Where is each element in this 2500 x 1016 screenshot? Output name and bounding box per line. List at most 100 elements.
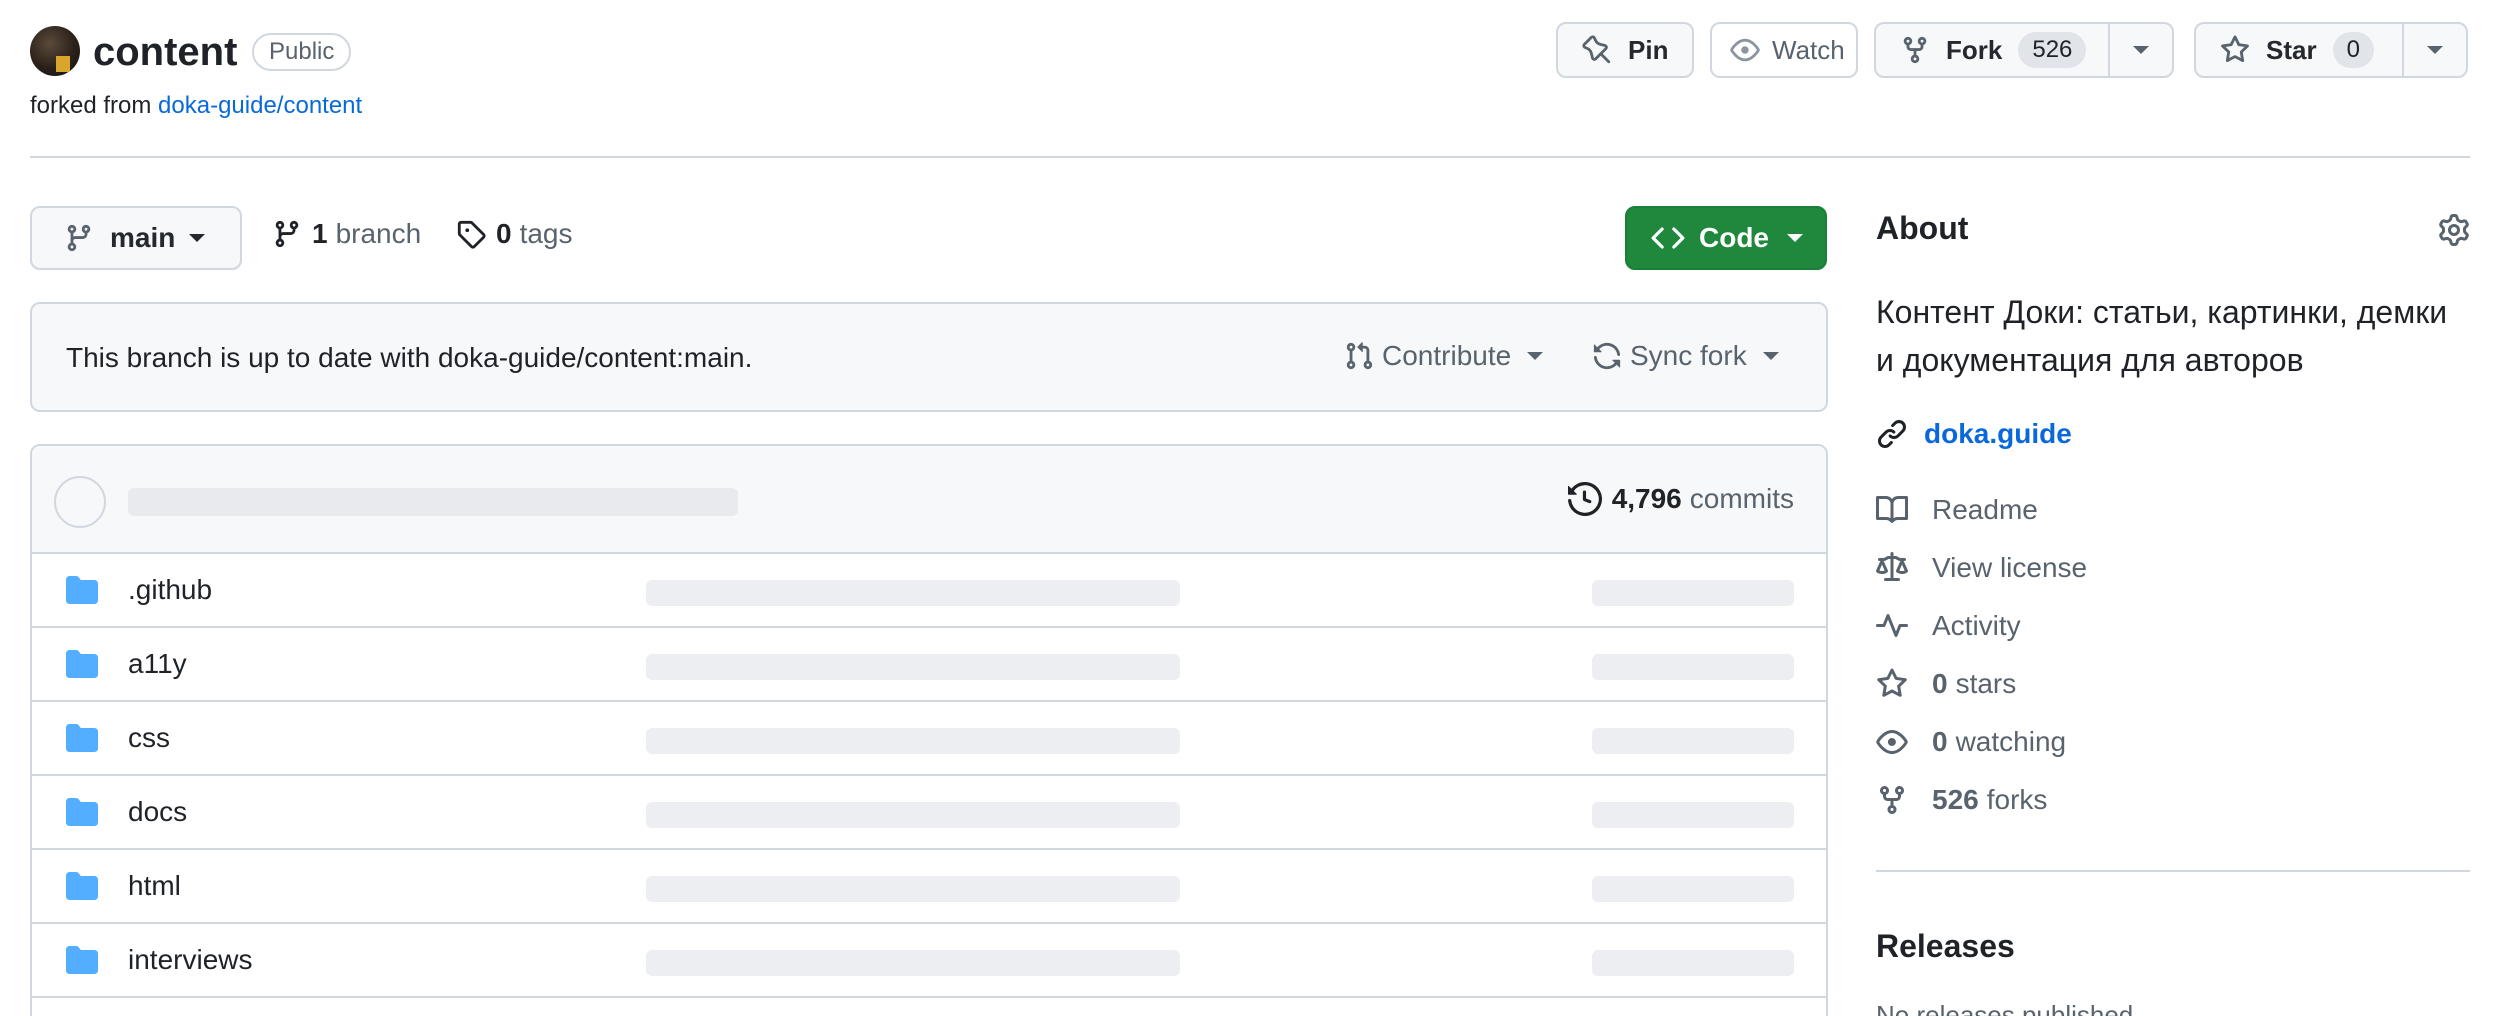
link-icon bbox=[1877, 419, 1907, 449]
visibility-badge: Public bbox=[252, 33, 352, 71]
file-row[interactable]: docs bbox=[32, 776, 1826, 850]
folder-icon bbox=[64, 944, 100, 976]
sync-icon bbox=[1593, 342, 1621, 370]
file-name-link[interactable]: css bbox=[128, 722, 170, 754]
releases-empty-text: No releases published bbox=[1876, 1000, 2134, 1016]
repo-name[interactable]: content bbox=[93, 26, 237, 78]
tags-link[interactable]: 0 tags bbox=[456, 218, 573, 250]
star-icon bbox=[2221, 35, 2249, 63]
watch-label: Watch bbox=[1772, 34, 1845, 65]
commits-link[interactable]: 4,796 commits bbox=[1567, 482, 1794, 516]
chevron-down-icon bbox=[2427, 46, 2443, 54]
star-counter: 0 bbox=[2332, 32, 2374, 68]
watch-button[interactable]: Watch bbox=[1710, 22, 1858, 78]
commit-date-placeholder bbox=[1592, 802, 1794, 828]
sync-fork-button[interactable]: Sync fork bbox=[1592, 340, 1779, 372]
releases-heading[interactable]: Releases bbox=[1876, 928, 2015, 965]
commit-message-placeholder bbox=[646, 728, 1180, 754]
pull-request-icon bbox=[1346, 342, 1373, 370]
branch-count: 1 bbox=[312, 218, 328, 249]
file-row[interactable]: css bbox=[32, 702, 1826, 776]
pin-icon bbox=[1582, 35, 1611, 64]
activity-link[interactable]: Activity bbox=[1876, 610, 2021, 642]
fork-icon bbox=[1880, 786, 1904, 815]
star-label: Star bbox=[2266, 34, 2317, 65]
contribute-label: Contribute bbox=[1382, 340, 1512, 371]
file-name-link[interactable]: a11y bbox=[128, 648, 187, 680]
forks-label: forks bbox=[1986, 784, 2048, 815]
tag-icon bbox=[457, 220, 486, 249]
chevron-down-icon bbox=[189, 234, 206, 242]
sidebar-divider bbox=[1876, 870, 2470, 872]
file-name-link[interactable]: docs bbox=[128, 796, 187, 828]
watching-link[interactable]: 0 watching bbox=[1876, 726, 2066, 758]
commit-message-placeholder bbox=[646, 802, 1180, 828]
fork-button[interactable]: Fork 526 bbox=[1874, 22, 2110, 78]
folder-icon bbox=[64, 648, 100, 680]
pin-button[interactable]: Pin bbox=[1556, 22, 1694, 78]
license-label: View license bbox=[1932, 552, 2088, 583]
activity-label: Activity bbox=[1932, 610, 2021, 641]
stars-label: stars bbox=[1955, 668, 2017, 699]
branches-link[interactable]: 1 branch bbox=[272, 218, 421, 250]
gear-icon[interactable] bbox=[2438, 214, 2470, 246]
file-row[interactable]: .github bbox=[32, 554, 1826, 628]
latest-commit-bar: 4,796 commits bbox=[32, 446, 1826, 554]
tag-count-label: tags bbox=[519, 218, 573, 249]
branch-selector[interactable]: main bbox=[30, 206, 242, 270]
folder-icon bbox=[64, 870, 100, 902]
commit-message-placeholder bbox=[128, 488, 738, 516]
history-icon bbox=[1567, 482, 1602, 516]
stars-link[interactable]: 0 stars bbox=[1876, 668, 2016, 700]
folder-icon bbox=[64, 722, 100, 754]
commit-message-placeholder bbox=[646, 654, 1180, 680]
code-button[interactable]: Code bbox=[1625, 206, 1827, 270]
chevron-down-icon bbox=[1762, 352, 1779, 360]
readme-link[interactable]: Readme bbox=[1876, 494, 2038, 526]
eye-icon bbox=[1730, 38, 1760, 62]
branch-count-label: branch bbox=[335, 218, 422, 249]
pin-label: Pin bbox=[1628, 34, 1669, 65]
folder-icon bbox=[64, 796, 100, 828]
fork-icon bbox=[1903, 36, 1927, 64]
fork-dropdown-button[interactable] bbox=[2108, 22, 2174, 78]
forked-from-label: forked from bbox=[30, 92, 152, 119]
pulse-icon bbox=[1876, 614, 1908, 637]
file-row[interactable]: html bbox=[32, 850, 1826, 924]
license-link[interactable]: View license bbox=[1876, 552, 2087, 584]
code-icon bbox=[1651, 227, 1685, 249]
folder-icon bbox=[64, 574, 100, 606]
owner-avatar[interactable] bbox=[30, 26, 80, 76]
file-row[interactable]: a11y bbox=[32, 628, 1826, 702]
sync-status-banner: This branch is up to date with doka-guid… bbox=[30, 302, 1828, 412]
file-table: 4,796 commits .github a11y css docs html inte… bbox=[30, 444, 1828, 1016]
book-icon bbox=[1876, 495, 1908, 523]
star-icon bbox=[1877, 668, 1907, 697]
homepage-label: doka.guide bbox=[1924, 418, 2072, 449]
file-name-link[interactable]: interviews bbox=[128, 944, 252, 976]
git-branch-icon bbox=[275, 220, 299, 248]
star-dropdown-button[interactable] bbox=[2402, 22, 2468, 78]
commit-date-placeholder bbox=[1592, 950, 1794, 976]
forked-from: forked from doka-guide/content bbox=[30, 92, 362, 120]
chevron-down-icon bbox=[1527, 352, 1544, 360]
contribute-button[interactable]: Contribute bbox=[1344, 340, 1544, 372]
code-label: Code bbox=[1699, 222, 1769, 253]
fork-counter: 526 bbox=[2018, 32, 2087, 68]
watching-count: 0 bbox=[1932, 726, 1948, 757]
commit-count-label: commits bbox=[1689, 483, 1794, 514]
stars-count: 0 bbox=[1932, 668, 1948, 699]
commit-date-placeholder bbox=[1592, 654, 1794, 680]
forks-link[interactable]: 526 forks bbox=[1876, 784, 2047, 816]
eye-icon bbox=[1876, 730, 1908, 754]
star-button[interactable]: Star 0 bbox=[2194, 22, 2404, 78]
homepage-link[interactable]: doka.guide bbox=[1876, 418, 2072, 450]
forked-source-link[interactable]: doka-guide/content bbox=[158, 92, 362, 119]
commit-message-placeholder bbox=[646, 580, 1180, 606]
commit-date-placeholder bbox=[1592, 728, 1794, 754]
sync-status-text: This branch is up to date with doka-guid… bbox=[66, 342, 753, 373]
file-row[interactable]: interviews bbox=[32, 924, 1826, 998]
commit-message-placeholder bbox=[646, 950, 1180, 976]
file-name-link[interactable]: .github bbox=[128, 574, 212, 606]
file-name-link[interactable]: html bbox=[128, 870, 181, 902]
